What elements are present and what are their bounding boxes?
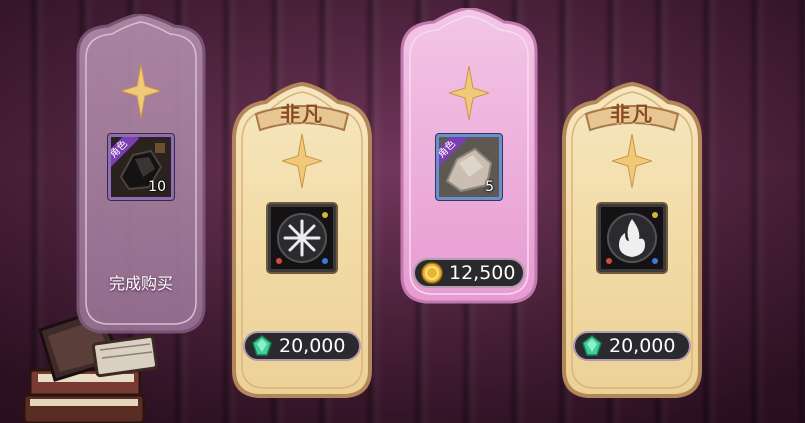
shop-card-2[interactable]: 非凡 20,000	[226, 80, 378, 400]
item-slot[interactable]	[268, 204, 336, 272]
shop-card-1[interactable]: 角色 10 完成购买	[68, 14, 214, 336]
green-gem-icon	[582, 335, 602, 356]
price-amount: 20,000	[609, 335, 676, 357]
sparkle-star-icon	[612, 134, 652, 188]
price-button[interactable]: 20,000	[573, 331, 691, 361]
shop-card-4[interactable]: 非凡 20,000	[556, 80, 708, 400]
sparkle-star-icon	[282, 134, 322, 188]
purchase-complete-label: 完成购买	[108, 274, 173, 293]
item-quantity: 10	[148, 179, 166, 195]
snowflake-emblem-icon	[271, 207, 333, 269]
item-slot[interactable]	[598, 204, 666, 272]
rarity-banner: 非凡	[280, 102, 324, 126]
gold-coin-icon	[421, 262, 443, 284]
item-slot[interactable]: 角色 5	[436, 134, 502, 200]
price-button[interactable]: 12,500	[413, 258, 525, 288]
flame-emblem-icon	[601, 207, 663, 269]
price-button[interactable]: 20,000	[243, 331, 361, 361]
green-gem-icon	[252, 335, 272, 356]
shop-card-3[interactable]: 角色 5 12,500	[394, 8, 544, 304]
item-slot[interactable]: 角色 10	[108, 134, 174, 200]
item-quantity: 5	[485, 179, 494, 195]
price-amount: 12,500	[449, 262, 516, 284]
sparkle-star-icon	[121, 64, 161, 118]
rarity-banner: 非凡	[610, 102, 654, 126]
sparkle-star-icon	[449, 66, 489, 120]
price-amount: 20,000	[279, 335, 346, 357]
